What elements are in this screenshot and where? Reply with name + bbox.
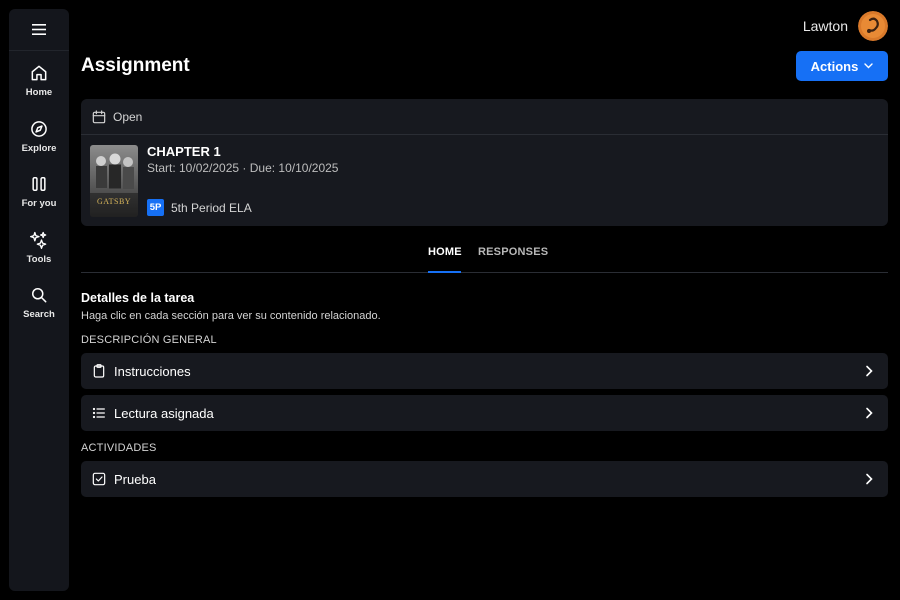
chevron-right-icon bbox=[866, 473, 873, 485]
list-icon bbox=[92, 407, 105, 419]
sidebar-item-search[interactable]: Search bbox=[9, 285, 69, 335]
tab-home[interactable]: HOME bbox=[428, 246, 462, 258]
activities-group-label: ACTIVIDADES bbox=[81, 442, 157, 454]
chevron-right-icon bbox=[866, 365, 873, 377]
hamburger-icon bbox=[32, 24, 46, 35]
active-tab-indicator bbox=[428, 271, 461, 273]
status-label: Open bbox=[113, 109, 143, 124]
list-item-label: Instrucciones bbox=[114, 363, 191, 379]
chevron-down-icon bbox=[864, 63, 874, 69]
assignment-card: Open GATSBY CHAPTER 1 Start: 10/02/2025 … bbox=[81, 99, 888, 226]
details-subtitle: Haga clic en cada sección para ver su co… bbox=[81, 310, 381, 322]
class-badge: 5P bbox=[147, 199, 164, 216]
tab-responses[interactable]: RESPONSES bbox=[478, 246, 548, 258]
chevron-right-icon bbox=[866, 407, 873, 419]
sidebar: Home Explore For you Tools Search bbox=[9, 9, 69, 591]
menu-button[interactable] bbox=[9, 9, 69, 51]
book-cover-image[interactable]: GATSBY bbox=[90, 145, 138, 217]
assignment-status: Open bbox=[81, 99, 888, 135]
sidebar-item-label: Search bbox=[23, 309, 55, 320]
sidebar-item-label: Tools bbox=[26, 254, 52, 265]
clipboard-icon bbox=[93, 364, 105, 378]
sidebar-item-label: For you bbox=[21, 198, 57, 209]
columns-icon bbox=[32, 177, 46, 191]
class-name: 5th Period ELA bbox=[171, 201, 252, 215]
page-title: Assignment bbox=[81, 55, 190, 76]
avatar[interactable] bbox=[858, 11, 888, 41]
sidebar-item-home[interactable]: Home bbox=[9, 63, 69, 113]
search-icon bbox=[32, 288, 47, 303]
list-item-assigned-reading[interactable]: Lectura asignada bbox=[81, 395, 888, 431]
actions-button-label: Actions bbox=[810, 58, 859, 74]
sidebar-item-for-you[interactable]: For you bbox=[9, 174, 69, 224]
list-item-instructions[interactable]: Instrucciones bbox=[81, 353, 888, 389]
calendar-icon bbox=[92, 109, 106, 123]
details-title: Detalles de la tarea bbox=[81, 291, 195, 305]
list-item-quiz[interactable]: Prueba bbox=[81, 461, 888, 497]
user-name: Lawton bbox=[802, 18, 848, 34]
sidebar-item-label: Home bbox=[25, 87, 53, 98]
tab-bar: HOME RESPONSES bbox=[81, 240, 888, 273]
assignment-dates: Start: 10/02/2025 · Due: 10/10/2025 bbox=[147, 161, 339, 175]
actions-button[interactable]: Actions bbox=[796, 51, 888, 81]
checkbox-icon bbox=[92, 472, 106, 486]
sidebar-item-tools[interactable]: Tools bbox=[9, 230, 69, 280]
book-cover-title: GATSBY bbox=[96, 197, 132, 206]
sidebar-item-label: Explore bbox=[21, 143, 57, 154]
sidebar-item-explore[interactable]: Explore bbox=[9, 119, 69, 169]
assignment-title: CHAPTER 1 bbox=[147, 144, 221, 159]
list-item-label: Prueba bbox=[114, 471, 156, 487]
overview-group-label: DESCRIPCIÓN GENERAL bbox=[81, 334, 217, 346]
list-item-label: Lectura asignada bbox=[114, 405, 214, 421]
compass-icon bbox=[31, 121, 47, 137]
sparkles-icon bbox=[30, 231, 47, 249]
user-menu[interactable]: Lawton bbox=[803, 11, 888, 41]
home-icon bbox=[31, 65, 47, 81]
